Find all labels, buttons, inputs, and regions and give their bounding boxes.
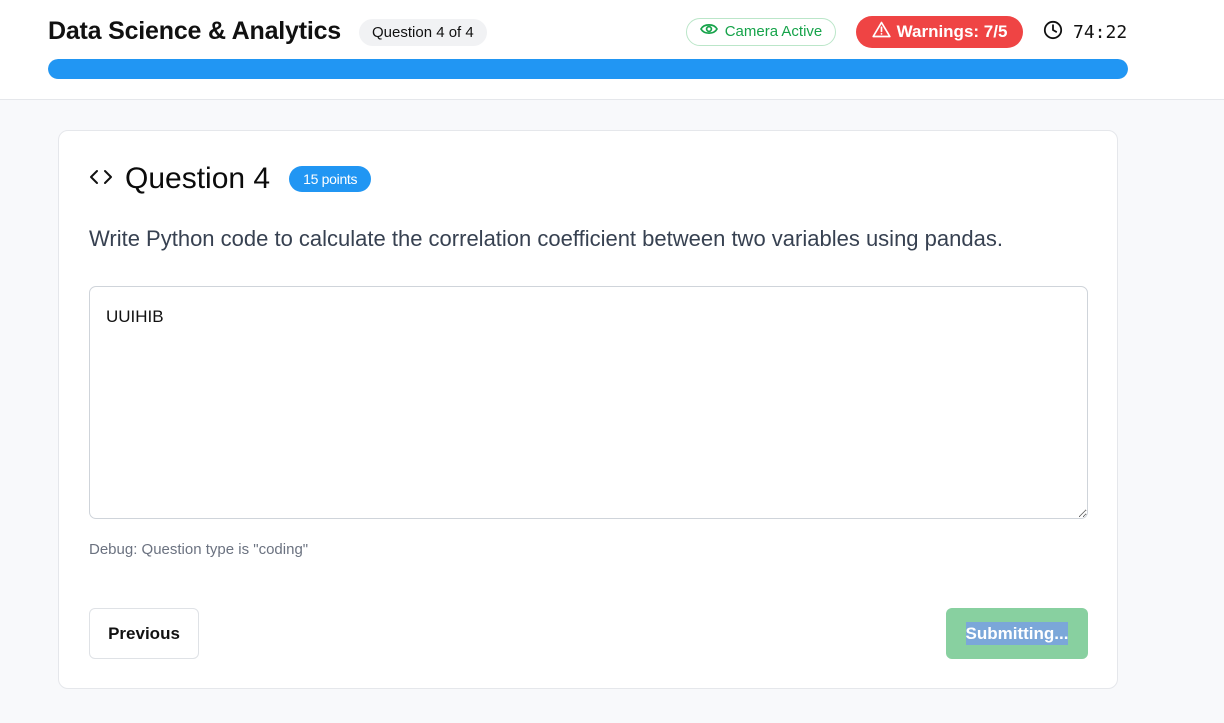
camera-status-badge: Camera Active <box>686 18 836 46</box>
submit-button[interactable]: Submitting... <box>946 608 1088 659</box>
question-text: Write Python code to calculate the corre… <box>89 226 1003 251</box>
exam-progress-fill <box>48 59 1128 79</box>
exam-title: Data Science & Analytics <box>48 17 342 45</box>
question-header: Question 4 15 points <box>89 161 372 197</box>
camera-status-label: Camera Active <box>724 23 823 40</box>
debug-text: Debug: Question type is "coding" <box>89 541 309 558</box>
warnings-label: Warnings: 7/5 <box>896 22 1008 41</box>
question-counter-badge: Question 4 of 4 <box>359 19 487 46</box>
timer-value: 74:22 <box>1073 21 1128 43</box>
question-card: Question 4 15 points Write Python code t… <box>58 130 1118 689</box>
warnings-badge: Warnings: 7/5 <box>856 16 1023 48</box>
code-icon <box>89 168 113 191</box>
eye-icon <box>699 19 718 45</box>
submit-button-label: Submitting... <box>965 621 1069 645</box>
clock-icon <box>1043 20 1063 45</box>
warning-triangle-icon <box>871 21 891 43</box>
exam-header: Data Science & Analytics Question 4 of 4… <box>0 0 1224 100</box>
question-title: Question 4 <box>125 162 271 195</box>
previous-button[interactable]: Previous <box>89 608 199 659</box>
points-badge: 15 points <box>289 166 372 192</box>
answer-code-input[interactable]: UUIHIB <box>89 286 1088 519</box>
exam-progress-bar <box>48 59 1128 79</box>
timer: 74:22 <box>1043 20 1127 44</box>
